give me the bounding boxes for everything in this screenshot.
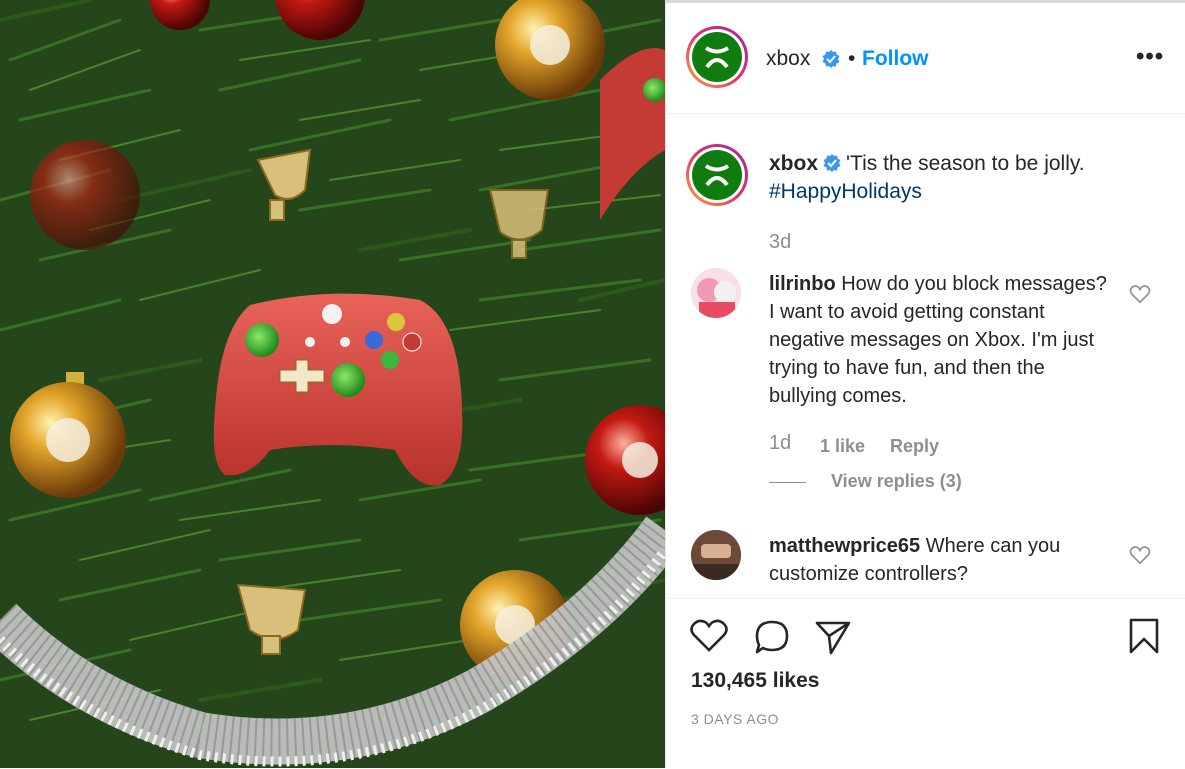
xbox-logo-icon bbox=[701, 159, 733, 191]
comment-like-count[interactable]: 1 like bbox=[820, 436, 865, 457]
caption-hashtag[interactable]: #HappyHolidays bbox=[769, 180, 922, 203]
comment-age: 1d bbox=[769, 432, 792, 454]
more-options-icon[interactable]: ••• bbox=[1136, 43, 1164, 71]
comment-item: matthewprice65 Where can you customize c… bbox=[769, 532, 1114, 588]
comment-reply-button[interactable]: Reply bbox=[890, 436, 939, 457]
caption-age: 3d bbox=[769, 231, 792, 253]
separator-dot: • bbox=[848, 47, 856, 70]
comment-username[interactable]: matthewprice65 bbox=[769, 535, 920, 557]
post-timestamp: 3 DAYS AGO bbox=[691, 711, 779, 727]
bookmark-icon[interactable] bbox=[1128, 617, 1160, 655]
view-replies-line bbox=[769, 482, 806, 483]
like-count[interactable]: 130,465 likes bbox=[691, 669, 819, 693]
caption-username[interactable]: xbox bbox=[769, 152, 818, 175]
xbox-logo-icon bbox=[701, 41, 733, 73]
ornament-left-red bbox=[30, 140, 140, 250]
christmas-tree-controller-image bbox=[0, 0, 665, 768]
comment-icon[interactable] bbox=[754, 619, 790, 655]
follow-button[interactable]: Follow bbox=[862, 47, 929, 71]
post-actions-bar: 130,465 likes 3 DAYS AGO bbox=[666, 598, 1185, 769]
view-replies-button[interactable]: View replies (3) bbox=[831, 471, 962, 492]
heart-icon[interactable] bbox=[690, 619, 728, 653]
post-image[interactable] bbox=[0, 0, 665, 768]
commenter-avatar[interactable] bbox=[691, 530, 741, 580]
account-username[interactable]: xbox bbox=[766, 47, 810, 71]
account-avatar[interactable] bbox=[686, 26, 748, 88]
avatar-image bbox=[691, 268, 741, 318]
verified-badge-icon bbox=[822, 50, 840, 68]
verified-badge-icon bbox=[823, 154, 841, 172]
avatar-image bbox=[691, 530, 741, 580]
caption-avatar[interactable] bbox=[686, 144, 748, 206]
caption-text: 'Tis the season to be jolly. bbox=[846, 152, 1085, 175]
post-header: xbox • Follow ••• bbox=[666, 3, 1185, 114]
comment-username[interactable]: lilrinbo bbox=[769, 273, 836, 295]
comment-like-heart-icon[interactable] bbox=[1129, 545, 1151, 565]
comment-like-heart-icon[interactable] bbox=[1129, 284, 1151, 304]
post-details-panel: xbox • Follow ••• xbox 'Tis the season to… bbox=[665, 0, 1185, 768]
share-icon[interactable] bbox=[814, 619, 852, 655]
commenter-avatar[interactable] bbox=[691, 268, 741, 318]
comment-item: lilrinbo How do you block messages? I wa… bbox=[769, 270, 1114, 410]
